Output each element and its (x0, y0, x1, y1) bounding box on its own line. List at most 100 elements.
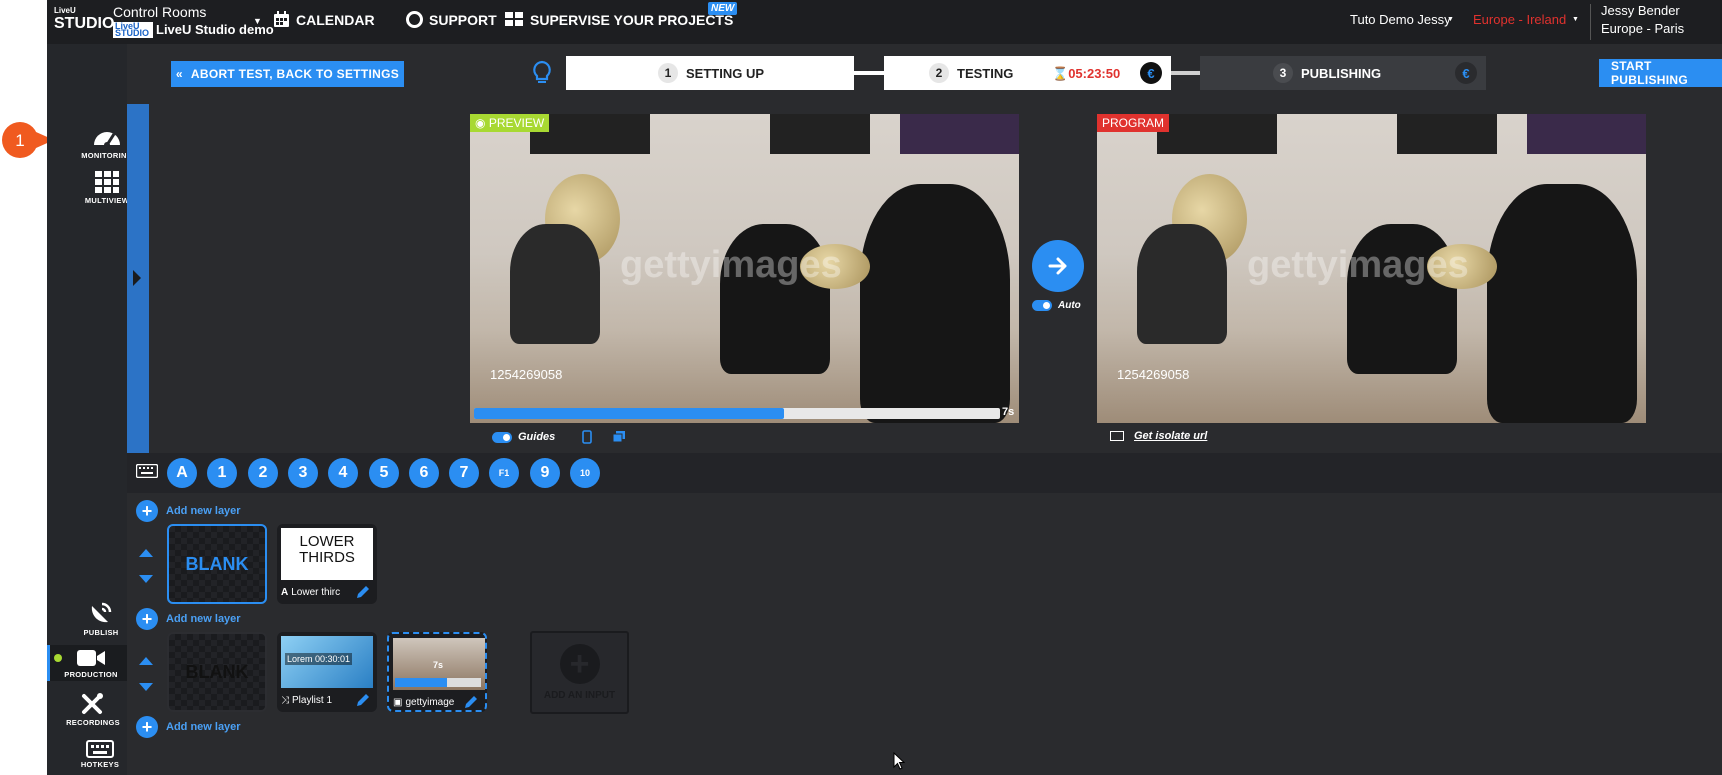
auto-toggle-switch[interactable] (1032, 300, 1052, 311)
callout-number: 1 (15, 131, 24, 150)
lower-thirds-caption-label: Lower thirc (291, 586, 341, 598)
gettyimage-caption-label: gettyimage (405, 696, 455, 708)
hotkey-button-7[interactable]: 7 (449, 458, 479, 488)
control-rooms-label[interactable]: Control Rooms (113, 4, 206, 20)
layer2-blank-tile[interactable]: BLANK (167, 632, 267, 712)
scene-musician (860, 184, 1010, 423)
preview-progress-bar[interactable] (474, 408, 1000, 419)
preview-view-icons (582, 430, 626, 444)
move-layer-up-icon[interactable] (139, 657, 153, 665)
plus-circle-icon: + (559, 644, 600, 684)
add-new-layer-top[interactable]: + Add new layer (136, 500, 241, 522)
test-timer-value: 05:23:50 (1068, 66, 1121, 81)
mouse-cursor-icon (893, 752, 905, 770)
euro-cost-icon-publishing[interactable]: € (1455, 62, 1477, 84)
watermark-text: gettyimages (1247, 244, 1469, 286)
scene-wall-poster (1397, 114, 1497, 154)
top-bar: LiveU STUDIO Control Rooms LiveU STUDIO … (47, 0, 1722, 44)
scene-musician (1487, 184, 1637, 423)
guides-label: Guides (518, 431, 556, 443)
step-2-label: TESTING (957, 65, 1014, 81)
hotkey-button-4[interactable]: 4 (328, 458, 358, 488)
lightbulb-icon[interactable] (531, 60, 553, 86)
layer2-playlist-tile[interactable]: Lorem 00:30:01 ⤨ Playlist 1 (277, 632, 377, 712)
sidebar-label-hotkeys: HOTKEYS (80, 760, 120, 769)
hotkey-button-5[interactable]: 5 (369, 458, 399, 488)
move-layer-up-icon[interactable] (139, 549, 153, 557)
nav-support[interactable]: SUPPORT (406, 11, 497, 28)
gauge-icon (94, 132, 120, 148)
mobile-icon[interactable] (582, 430, 592, 444)
add-layer-label: Add new layer (166, 721, 241, 733)
nav-calendar[interactable]: CALENDAR (273, 11, 375, 28)
take-transition-button[interactable] (1032, 240, 1084, 292)
preview-monitor[interactable]: gettyimages 1254269058 ◉ PREVIEW 7s (470, 114, 1019, 423)
sidebar-item-recordings[interactable]: RECORDINGS (53, 692, 133, 727)
sidebar-label-monitoring: MONITORING (81, 151, 133, 160)
keyboard-icon (86, 740, 114, 758)
hotkeys-row (127, 453, 1722, 493)
gettyimage-progress (395, 678, 481, 687)
account-selector[interactable]: Tuto Demo Jessy (1350, 12, 1451, 27)
account-caret-icon[interactable]: ▼ (1447, 16, 1454, 23)
sidebar-item-production[interactable]: PRODUCTION (51, 648, 131, 679)
hotkey-button-f1[interactable]: F1 (489, 458, 519, 488)
pencil-icon[interactable] (463, 694, 479, 710)
step-publishing[interactable]: 3 PUBLISHING (1200, 56, 1486, 90)
hotkey-button-a[interactable]: A (167, 458, 197, 488)
keyboard-icon[interactable] (136, 464, 158, 478)
nav-supervise[interactable]: SUPERVISE YOUR PROJECTS (504, 11, 733, 28)
pencil-icon[interactable] (355, 692, 371, 708)
move-layer-down-icon[interactable] (139, 683, 153, 691)
add-layer-label: Add new layer (166, 613, 241, 625)
add-new-layer-middle[interactable]: + Add new layer (136, 608, 241, 630)
region-selector[interactable]: Europe - Ireland (1473, 12, 1566, 27)
copy-window-icon[interactable] (612, 430, 626, 444)
plus-icon: + (136, 500, 158, 522)
user-name[interactable]: Jessy Bender (1601, 3, 1680, 18)
isolate-url-label: Get isolate url (1134, 430, 1208, 442)
preview-remaining-time: 7s (1002, 406, 1015, 418)
step-setting-up[interactable]: 1 SETTING UP (566, 56, 854, 90)
step-testing[interactable]: 2 TESTING (884, 56, 1171, 90)
add-new-layer-bottom[interactable]: + Add new layer (136, 716, 241, 738)
layer1-blank-tile[interactable]: BLANK (167, 524, 267, 604)
gettyimage-time: 7s (433, 660, 444, 670)
scene-wall-poster (900, 114, 1019, 154)
hotkey-button-3[interactable]: 3 (288, 458, 318, 488)
abort-test-label: ABORT TEST, BACK TO SETTINGS (190, 67, 400, 81)
expand-arrow-icon[interactable] (133, 270, 141, 286)
layer1-lower-thirds-tile[interactable]: LOWER THIRDS A Lower thirc (277, 524, 377, 604)
hotkey-button-1[interactable]: 1 (207, 458, 237, 488)
euro-cost-icon[interactable]: € (1140, 62, 1162, 84)
hotkey-button-10[interactable]: 10 (570, 458, 600, 488)
lifebuoy-icon (406, 11, 423, 28)
sidebar-label-production: PRODUCTION (64, 670, 118, 679)
hotkey-button-9[interactable]: 9 (530, 458, 560, 488)
scene-wall-poster (770, 114, 870, 154)
sidebar-label-publish: PUBLISH (83, 628, 119, 637)
playlist-thumb-text: Lorem 00:30:01 (285, 653, 353, 665)
guides-toggle-switch[interactable] (492, 431, 512, 443)
move-layer-down-icon[interactable] (139, 575, 153, 583)
auto-transition-toggle[interactable]: Auto (1032, 300, 1081, 311)
logo-text-bottom: STUDIO (54, 15, 115, 32)
hotkey-button-6[interactable]: 6 (409, 458, 439, 488)
pencil-icon[interactable] (355, 584, 371, 600)
region-caret-icon[interactable]: ▼ (1572, 16, 1579, 23)
abort-test-button[interactable]: « ABORT TEST, BACK TO SETTINGS (171, 61, 404, 87)
get-isolate-url-link[interactable]: Get isolate url (1110, 430, 1207, 442)
step-1-label: SETTING UP (686, 65, 765, 81)
studio-dropdown-caret-icon[interactable]: ▼ (253, 16, 262, 26)
playlist-thumbnail: Lorem 00:30:01 (281, 636, 373, 688)
gettyimage-thumbnail: 7s (393, 638, 485, 690)
liveu-logo[interactable]: LiveU STUDIO (51, 4, 114, 38)
callout-marker: 1 (2, 122, 54, 158)
start-publishing-button[interactable]: START PUBLISHING (1599, 59, 1722, 87)
guides-toggle[interactable]: Guides (492, 431, 555, 443)
layer2-gettyimage-tile[interactable]: 7s ▣ gettyimage (387, 632, 487, 712)
add-an-input-tile[interactable]: + ADD AN INPUT (530, 631, 629, 714)
hotkey-button-2[interactable]: 2 (248, 458, 278, 488)
arrow-right-icon (1048, 257, 1067, 275)
lower-thirds-thumbnail: LOWER THIRDS (281, 528, 373, 580)
